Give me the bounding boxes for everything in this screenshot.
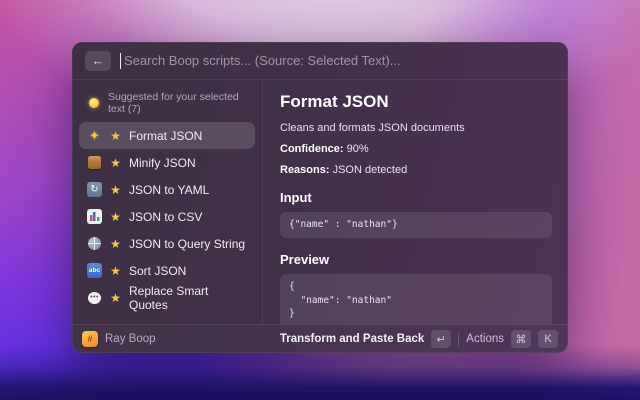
command-key-icon[interactable]: ⌘	[511, 330, 531, 348]
actions-menu-button[interactable]: Actions	[466, 333, 504, 345]
favorite-star-icon: ★	[109, 183, 122, 197]
section-header-suggested: Suggested for your selected text (7)	[79, 85, 255, 122]
reasons-label: Reasons:	[280, 164, 330, 176]
list-item-label: JSON to Query String	[129, 237, 245, 251]
footer-divider	[458, 333, 459, 346]
preview-section-header: Preview	[280, 252, 552, 267]
lightbulb-icon	[86, 98, 101, 109]
detail-description: Cleans and formats JSON documents	[280, 122, 552, 134]
bar-chart-icon	[87, 209, 102, 224]
k-key-icon[interactable]: K	[538, 330, 558, 348]
primary-action-button[interactable]: Transform and Paste Back	[280, 333, 424, 345]
footer-app: # Ray Boop	[82, 331, 156, 347]
confidence-label: Confidence:	[280, 143, 344, 155]
detail-title: Format JSON	[280, 92, 552, 112]
confidence-value: 90%	[344, 143, 369, 155]
favorite-star-icon: ★	[109, 237, 122, 251]
favorite-star-icon: ★	[109, 264, 122, 278]
reasons-line: Reasons: JSON detected	[280, 164, 552, 176]
input-code-box: {"name" : "nathan"}	[280, 212, 552, 238]
cycle-arrows-icon: ↻	[87, 182, 102, 197]
list-item-label: Sort JSON	[129, 264, 186, 278]
list-item-sort-json[interactable]: abc ★ Sort JSON	[79, 257, 255, 284]
return-key-icon[interactable]: ↵	[431, 330, 451, 348]
list-item-json-to-yaml[interactable]: ↻ ★ JSON to YAML	[79, 176, 255, 203]
script-list: Suggested for your selected text (7) ✦ ★…	[72, 80, 263, 324]
footer-actions: Transform and Paste Back ↵ Actions ⌘ K	[280, 330, 558, 348]
boop-app-icon: #	[82, 331, 98, 347]
list-item-label: JSON to YAML	[129, 183, 209, 197]
list-item-replace-smart-quotes[interactable]: ••• ★ Replace Smart Quotes	[79, 284, 255, 311]
desktop: ← Suggested for your selected text (7) ✦…	[0, 0, 640, 400]
list-item-label: Format JSON	[129, 129, 202, 143]
footer-bar: # Ray Boop Transform and Paste Back ↵ Ac…	[72, 324, 568, 353]
list-item-label: Replace Smart Quotes	[129, 284, 247, 312]
package-icon	[87, 155, 102, 170]
favorite-star-icon: ★	[109, 291, 122, 305]
search-bar: ←	[72, 42, 568, 80]
section-header-label: Suggested for your selected text (7)	[108, 91, 248, 115]
list-item-json-to-csv[interactable]: ★ JSON to CSV	[79, 203, 255, 230]
list-item-label: JSON to CSV	[129, 210, 202, 224]
favorite-star-icon: ★	[109, 129, 122, 143]
raycast-window: ← Suggested for your selected text (7) ✦…	[72, 42, 568, 353]
back-arrow-icon: ←	[92, 53, 105, 68]
abc-icon: abc	[87, 263, 102, 278]
text-cursor	[120, 53, 121, 69]
reasons-value: JSON detected	[330, 164, 408, 176]
back-button[interactable]: ←	[85, 51, 111, 71]
favorite-star-icon: ★	[109, 210, 122, 224]
favorite-star-icon: ★	[109, 156, 122, 170]
app-name: Ray Boop	[105, 333, 156, 345]
preview-code-box: { "name": "nathan" }	[280, 274, 552, 324]
globe-icon	[87, 236, 102, 251]
search-input[interactable]	[124, 53, 555, 68]
list-item-json-to-query-string[interactable]: ★ JSON to Query String	[79, 230, 255, 257]
list-item-minify-json[interactable]: ★ Minify JSON	[79, 149, 255, 176]
input-section-header: Input	[280, 190, 552, 205]
confidence-line: Confidence: 90%	[280, 143, 552, 155]
content-area: Suggested for your selected text (7) ✦ ★…	[72, 80, 568, 324]
detail-panel: Format JSON Cleans and formats JSON docu…	[263, 80, 568, 324]
list-item-label: Minify JSON	[129, 156, 196, 170]
speech-bubble-icon: •••	[87, 290, 102, 305]
list-item-format-json[interactable]: ✦ ★ Format JSON	[79, 122, 255, 149]
sparkles-icon: ✦	[87, 128, 102, 143]
